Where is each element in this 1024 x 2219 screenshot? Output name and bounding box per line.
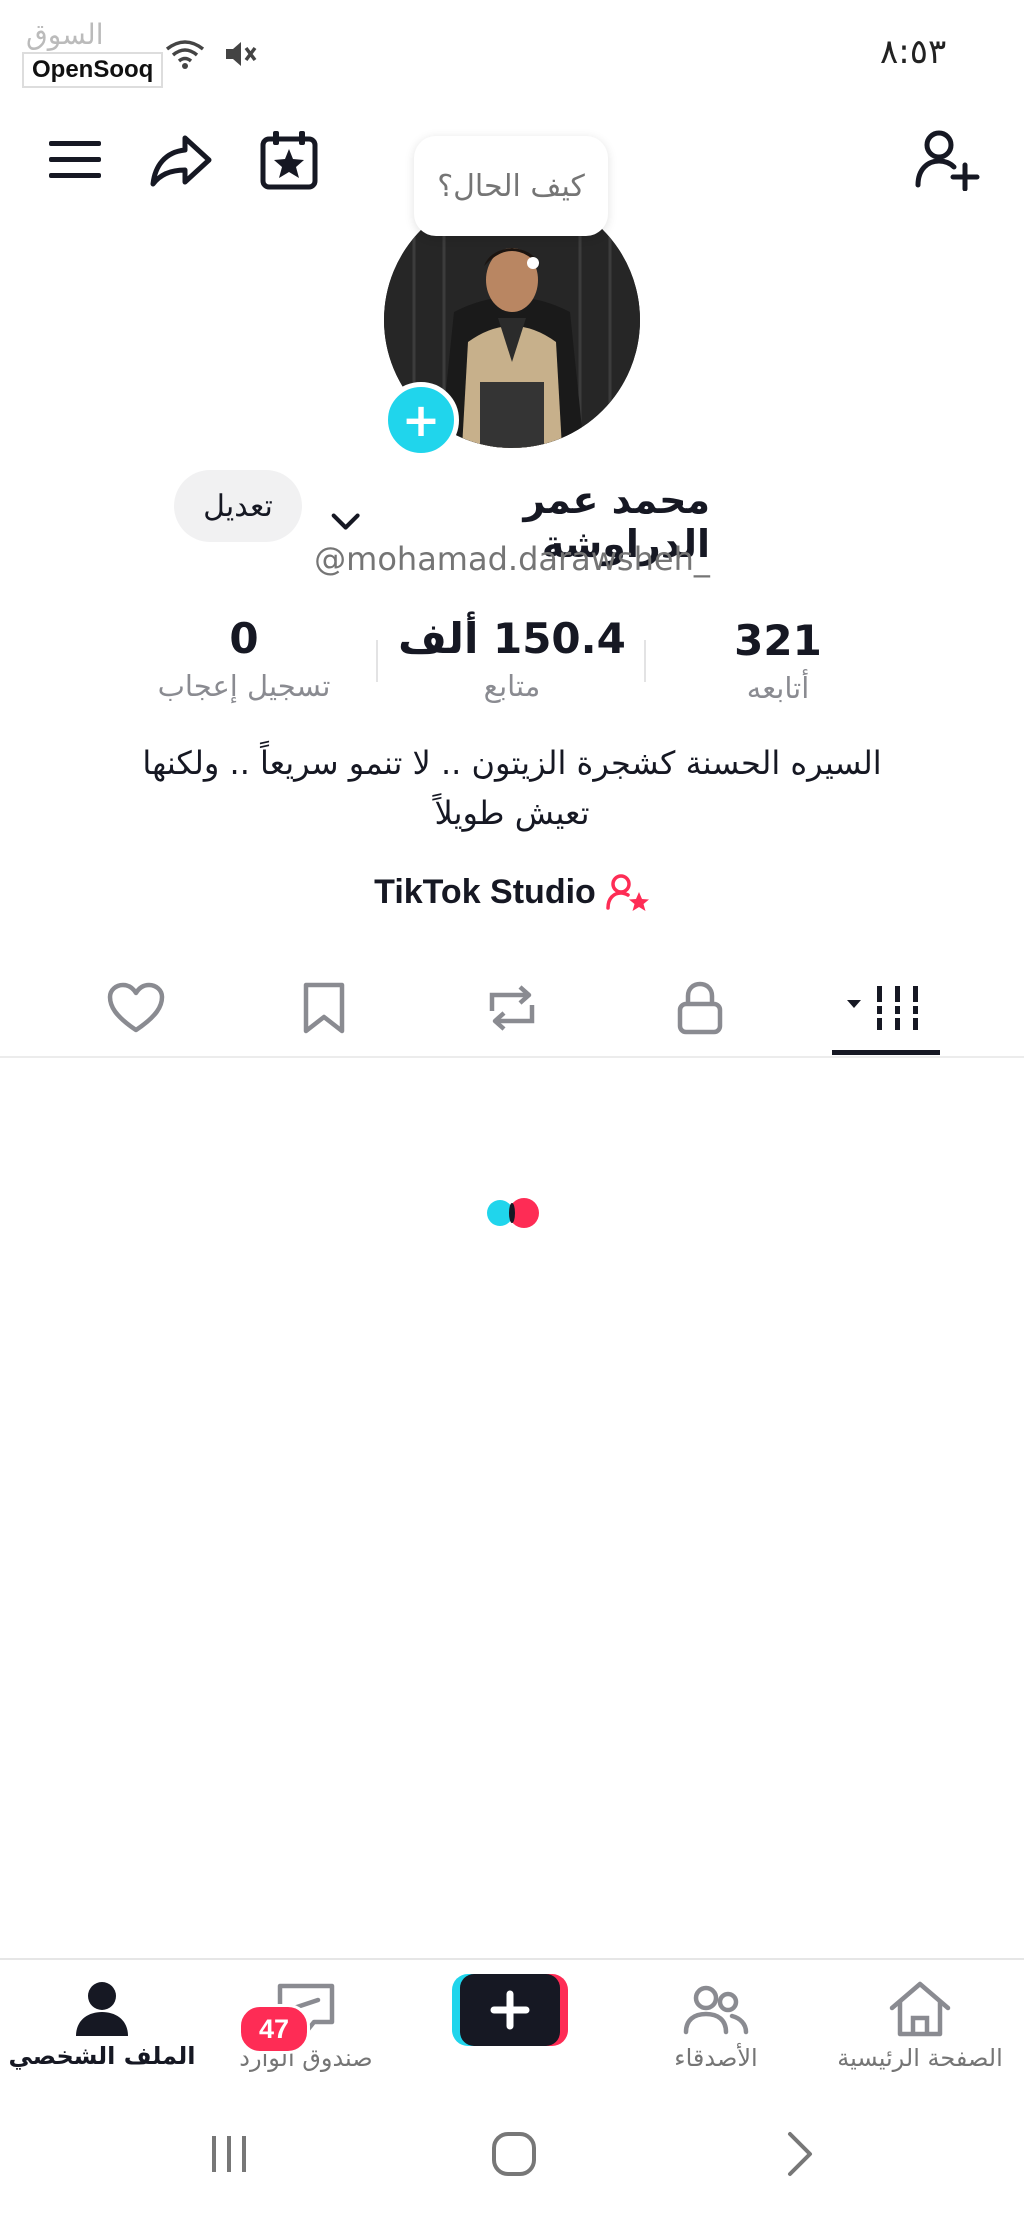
create-plus-button[interactable]: [452, 1972, 568, 2048]
creator-star-icon: [606, 874, 649, 911]
heart-icon: [107, 982, 165, 1033]
opensooq-watermark: السوق المفتوح OpenSooq: [22, 18, 172, 98]
tab-liked[interactable]: [76, 960, 196, 1056]
likes-stat[interactable]: 0 تسجيل إعجاب: [124, 614, 364, 703]
add-user-icon: [915, 130, 980, 191]
following-label: أتابعه: [746, 671, 810, 705]
tab-reposts[interactable]: [452, 960, 572, 1056]
followers-count: 150.4 ألف: [398, 614, 626, 663]
chevron-down-icon: [331, 513, 360, 530]
stat-divider: [644, 640, 646, 682]
repost-icon: [489, 985, 535, 1031]
followers-stat[interactable]: 150.4 ألف متابع: [392, 614, 632, 703]
edit-profile-button[interactable]: تعديل: [174, 470, 302, 542]
profile-bio: السيره الحسنة كشجرة الزيتون .. لا تنمو س…: [120, 738, 904, 838]
profile-username: @mohamad.darawsheh_: [314, 540, 710, 578]
bio-line: السيره الحسنة كشجرة الزيتون .. لا تنمو س…: [142, 744, 882, 782]
add-friend-button[interactable]: [910, 126, 986, 194]
nav-profile[interactable]: الملف الشخصي: [2, 1960, 202, 2090]
nav-friends[interactable]: الأصدقاء: [616, 1960, 816, 2090]
inbox-badge: 47: [238, 2004, 310, 2054]
menu-button[interactable]: [40, 130, 110, 190]
tab-private[interactable]: [640, 960, 760, 1056]
system-navigation-bar: [0, 2088, 1024, 2219]
likes-label: تسجيل إعجاب: [157, 669, 331, 703]
tab-favorites[interactable]: [264, 960, 384, 1056]
back-chevron-icon[interactable]: [782, 2128, 818, 2180]
calendar-star-icon: [260, 131, 318, 190]
active-tab-indicator: [832, 1050, 940, 1055]
tab-videos[interactable]: [824, 960, 948, 1056]
nav-home[interactable]: الصفحة الرئيسية: [820, 1960, 1020, 2090]
home-circle-icon[interactable]: [490, 2130, 538, 2178]
status-time: ٨:٥٣: [880, 32, 947, 72]
bookmark-icon: [303, 982, 345, 1034]
tiktok-studio-link[interactable]: TikTok Studio: [0, 872, 1024, 912]
status-icons: [164, 38, 258, 70]
content-tabs: [0, 960, 1024, 1056]
home-icon: [889, 1981, 951, 2037]
watermark-brand-text: OpenSooq: [22, 52, 164, 88]
friends-icon: [683, 1985, 749, 2035]
nav-profile-label: الملف الشخصي: [8, 2042, 196, 2070]
share-arrow-icon: [150, 135, 212, 187]
lock-icon: [677, 981, 723, 1035]
calendar-button[interactable]: [254, 126, 324, 194]
following-stat[interactable]: 321 أتابعه: [658, 616, 898, 705]
bio-line: تعيش طويلاً: [434, 794, 590, 832]
recent-apps-icon[interactable]: [206, 2132, 252, 2176]
hamburger-icon: [49, 141, 101, 178]
likes-count: 0: [229, 614, 259, 663]
add-story-button[interactable]: +: [383, 382, 459, 458]
bubble-tail-dot: [527, 257, 539, 269]
plus-icon: +: [401, 393, 441, 447]
videos-grid-icon: [847, 986, 923, 1030]
wifi-icon: [165, 40, 205, 69]
following-count: 321: [734, 616, 822, 665]
share-button[interactable]: [146, 128, 216, 192]
profile-icon: [76, 1982, 128, 2036]
followers-label: متابع: [483, 669, 541, 703]
nav-friends-label: الأصدقاء: [674, 2044, 758, 2072]
nav-home-label: الصفحة الرئيسية: [837, 2044, 1003, 2072]
status-note-bubble[interactable]: كيف الحال؟: [414, 136, 608, 236]
mute-icon: [226, 42, 257, 66]
loading-spinner-icon: [487, 1198, 539, 1228]
tabs-divider: [0, 1056, 1024, 1058]
stat-divider: [376, 640, 378, 682]
studio-label: TikTok Studio: [374, 872, 596, 911]
